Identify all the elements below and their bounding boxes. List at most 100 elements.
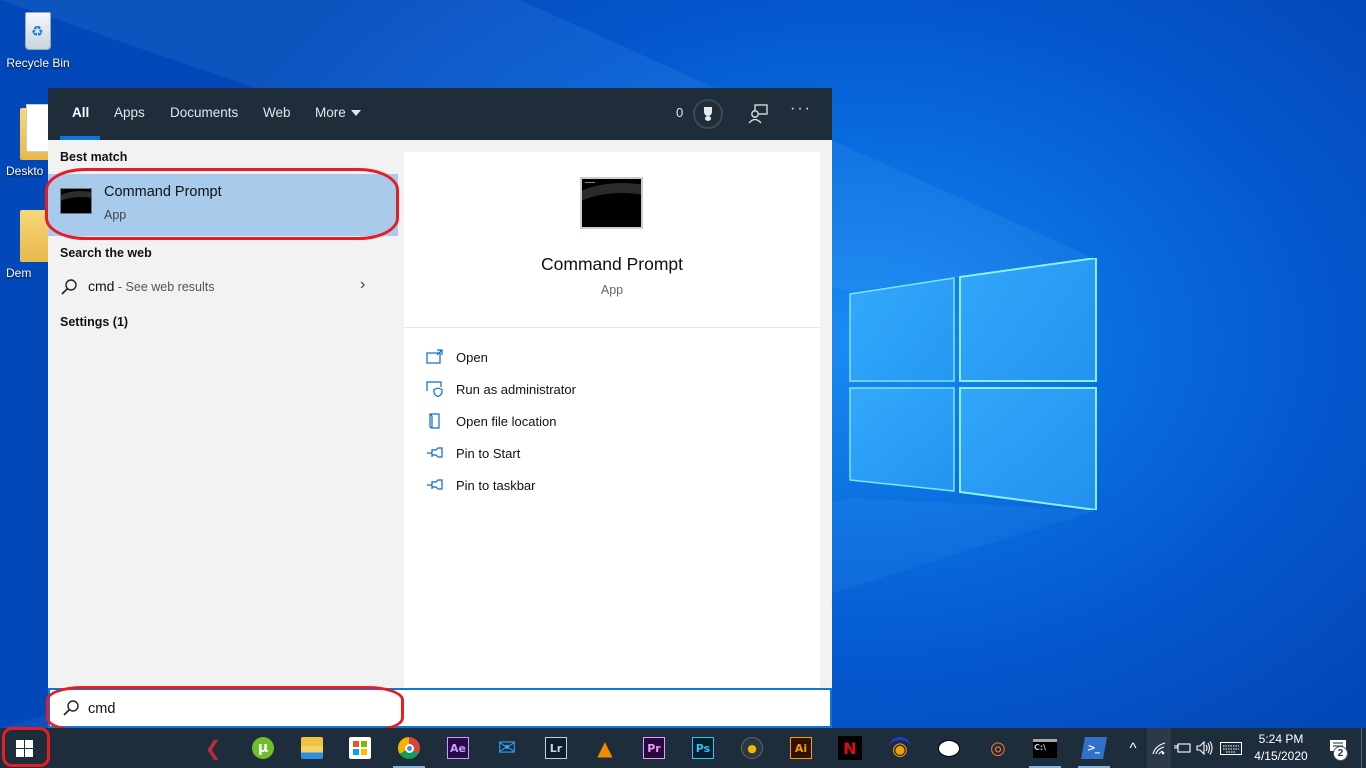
- action-run-as-administrator[interactable]: Run as administrator: [426, 378, 726, 402]
- feedback-icon[interactable]: [748, 104, 768, 124]
- pin-icon: [427, 447, 443, 458]
- taskbar-app-blender[interactable]: ◎: [982, 732, 1014, 764]
- best-match-subtitle: App: [104, 208, 127, 222]
- open-icon: [426, 349, 443, 364]
- preview-title: Command Prompt: [541, 254, 683, 274]
- best-match-command-prompt[interactable]: Command Prompt App: [48, 174, 398, 236]
- more-options-button[interactable]: ···: [790, 100, 812, 118]
- rewards-count: 0: [676, 105, 684, 120]
- illustrator-icon: Ai: [790, 737, 812, 759]
- keyboard-icon: [1220, 741, 1242, 755]
- lightroom-icon: Lr: [545, 737, 567, 759]
- search-panel-header: All Apps Documents Web More 0 ···: [48, 88, 832, 140]
- desktop-icon-label: Recycle Bin: [6, 56, 70, 70]
- web-query-text: cmd: [88, 278, 115, 294]
- tab-documents[interactable]: Documents: [158, 88, 250, 140]
- battery-button[interactable]: [1172, 728, 1192, 768]
- taskbar-app-powershell[interactable]: >_: [1078, 732, 1110, 768]
- tab-more[interactable]: More: [303, 88, 373, 140]
- search-box[interactable]: [48, 688, 832, 728]
- taskbar-app-chrome[interactable]: [393, 732, 425, 768]
- taskbar-app-vlc[interactable]: ▲: [589, 732, 621, 764]
- taskbar-app-after-effects[interactable]: Ae: [442, 732, 474, 764]
- results-list: Best match Command Prompt App Search the…: [48, 140, 403, 688]
- search-icon: [63, 700, 79, 716]
- davinci-resolve-icon: ●: [741, 737, 763, 759]
- taskbar-app-command-prompt[interactable]: C:\: [1029, 732, 1061, 768]
- netflix-icon: N: [838, 736, 862, 760]
- pin-icon: [427, 479, 443, 490]
- search-input[interactable]: [88, 697, 788, 721]
- best-match-title: Command Prompt: [104, 184, 222, 200]
- web-results-hint: - See web results: [114, 280, 215, 294]
- desktop-icon-desktop-folder[interactable]: Deskto: [6, 104, 48, 178]
- wifi-button[interactable]: [1147, 728, 1171, 768]
- after-effects-icon: Ae: [447, 737, 469, 759]
- photoshop-icon: Ps: [692, 737, 714, 759]
- action-pin-to-taskbar[interactable]: Pin to taskbar: [426, 474, 726, 498]
- folder-icon: [20, 206, 48, 262]
- clock[interactable]: 5:24 PM 4/15/2020: [1243, 731, 1319, 765]
- folder-icon: [20, 104, 48, 160]
- action-open[interactable]: Open: [426, 346, 726, 370]
- chat-bubble-icon: [938, 739, 960, 757]
- file-explorer-icon: [301, 737, 323, 759]
- file-location-icon: [429, 413, 440, 429]
- recycle-bin-icon: [25, 12, 51, 50]
- windows-start-icon: [16, 740, 33, 757]
- taskbar-app-cubase[interactable]: ❮: [197, 732, 229, 764]
- chrome-icon: [398, 737, 420, 759]
- preview-pane: Command Prompt App Open Run as administr…: [404, 152, 820, 688]
- clock-time: 5:24 PM: [1258, 732, 1304, 746]
- settings-heading[interactable]: Settings (1): [60, 315, 128, 329]
- show-hidden-icons-button[interactable]: ^: [1122, 728, 1144, 768]
- taskbar-app-photoshop[interactable]: Ps: [687, 732, 719, 764]
- action-pin-to-start[interactable]: Pin to Start: [426, 442, 726, 466]
- volume-button[interactable]: [1194, 728, 1216, 768]
- windows-logo-wallpaper: [849, 258, 1097, 510]
- store-icon: [349, 737, 371, 759]
- action-open-file-location[interactable]: Open file location: [426, 410, 726, 434]
- tab-apps[interactable]: Apps: [102, 88, 157, 140]
- windows-search-panel: All Apps Documents Web More 0 ··· Best m…: [48, 88, 832, 728]
- taskbar-app-audacity[interactable]: ◉: [884, 732, 916, 764]
- taskbar-app-utorrent[interactable]: µ: [247, 732, 279, 764]
- battery-icon: [1174, 743, 1191, 753]
- desktop-icon-label: Deskto: [6, 164, 44, 178]
- touch-keyboard-button[interactable]: [1219, 728, 1243, 768]
- wifi-icon: [1152, 742, 1166, 755]
- powershell-icon: >_: [1081, 737, 1107, 759]
- blender-icon: ◎: [990, 737, 1006, 759]
- premiere-pro-icon: Pr: [643, 737, 665, 759]
- chevron-up-icon: ^: [1129, 739, 1137, 757]
- notification-count-badge: 2: [1333, 746, 1348, 761]
- volume-icon: [1196, 741, 1213, 755]
- taskbar-app-microsoft-store[interactable]: [344, 732, 376, 764]
- web-search-result[interactable]: cmd - See web results ›: [48, 272, 388, 302]
- taskbar-app-netflix[interactable]: N: [834, 732, 866, 764]
- taskbar-app-illustrator[interactable]: Ai: [785, 732, 817, 764]
- taskbar: ❮ µ Ae ✉ Lr ▲ Pr Ps ● Ai N ◉ ◎ C:\ >_ ^ …: [0, 728, 1366, 768]
- start-button[interactable]: [0, 728, 48, 768]
- mail-icon: ✉: [497, 735, 517, 761]
- desktop-icon-demo-folder[interactable]: Dem: [6, 206, 48, 280]
- clock-date: 4/15/2020: [1254, 749, 1308, 763]
- tab-web[interactable]: Web: [251, 88, 303, 140]
- command-prompt-icon: [60, 188, 92, 214]
- show-desktop-button[interactable]: [1361, 728, 1366, 768]
- best-match-heading: Best match: [60, 150, 128, 164]
- taskbar-app-lightroom[interactable]: Lr: [540, 732, 572, 764]
- taskbar-app-file-explorer[interactable]: [296, 732, 328, 764]
- tab-all[interactable]: All: [60, 88, 101, 140]
- desktop-icon-recycle-bin[interactable]: Recycle Bin: [0, 8, 76, 70]
- taskbar-app-davinci-resolve[interactable]: ●: [736, 732, 768, 764]
- taskbar-app-chat[interactable]: [933, 732, 965, 764]
- preview-subtitle: App: [600, 283, 624, 297]
- desktop-icon-label: Dem: [6, 266, 32, 280]
- taskbar-app-premiere-pro[interactable]: Pr: [638, 732, 670, 764]
- taskbar-app-mail[interactable]: ✉: [491, 732, 523, 764]
- run-as-admin-icon: [426, 381, 443, 397]
- trophy-icon[interactable]: [693, 99, 723, 129]
- command-prompt-icon: C:\: [1033, 738, 1057, 758]
- command-prompt-icon: [580, 177, 643, 229]
